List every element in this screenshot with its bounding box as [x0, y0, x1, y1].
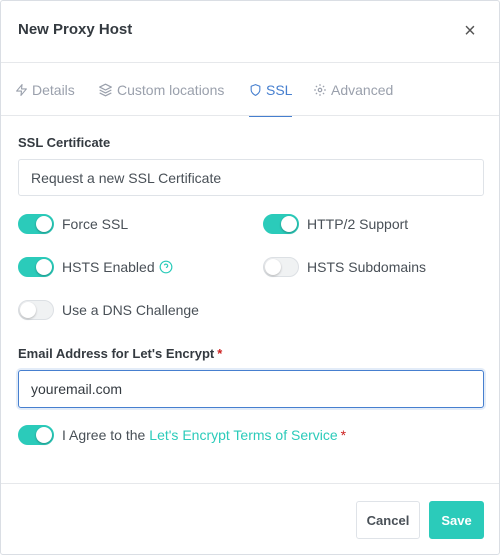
email-input[interactable] [18, 370, 484, 408]
tab-advanced-label: Advanced [331, 81, 394, 98]
gear-icon [314, 83, 326, 96]
hsts-subdomains-switch[interactable] [263, 257, 299, 277]
http2-label: HTTP/2 Support [307, 216, 409, 232]
agree-tos-toggle-row: I Agree to the Let's Encrypt Terms of Se… [18, 425, 346, 445]
terms-of-service-link[interactable]: Let's Encrypt Terms of Service [149, 427, 337, 443]
ssl-certificate-value: Request a new SSL Certificate [31, 170, 222, 186]
force-ssl-toggle-row: Force SSL [18, 214, 128, 234]
tab-advanced[interactable]: Advanced [313, 63, 393, 116]
tab-ssl-label: SSL [266, 81, 293, 98]
close-icon: × [464, 20, 476, 42]
dns-challenge-toggle-row: Use a DNS Challenge [18, 300, 199, 320]
agree-required-mark: * [340, 427, 347, 443]
cancel-button[interactable]: Cancel [356, 501, 420, 539]
ssl-certificate-label: SSL Certificate [18, 135, 111, 150]
tab-custom-locations-label: Custom locations [117, 81, 225, 98]
agree-prefix-text: I Agree to the [62, 427, 146, 443]
new-proxy-host-modal: New Proxy Host × Details Custom location… [0, 0, 500, 555]
modal-header: New Proxy Host × [1, 1, 499, 63]
email-label: Email Address for Let's Encrypt * [18, 346, 222, 361]
layers-icon [99, 83, 112, 96]
hsts-enabled-label: HSTS Enabled [62, 259, 155, 275]
agree-tos-switch[interactable] [18, 425, 54, 445]
modal-title: New Proxy Host [18, 21, 133, 38]
zap-icon [16, 83, 27, 96]
email-label-text: Email Address for Let's Encrypt [18, 346, 215, 361]
close-button[interactable]: × [459, 20, 481, 42]
shield-icon [250, 83, 261, 96]
help-circle-icon[interactable] [159, 260, 173, 274]
tab-details[interactable]: Details [15, 63, 75, 116]
modal-footer: Cancel Save [1, 483, 499, 555]
dns-challenge-label: Use a DNS Challenge [62, 302, 199, 318]
tab-custom-locations[interactable]: Custom locations [98, 63, 224, 116]
ssl-certificate-select[interactable]: Request a new SSL Certificate [18, 159, 484, 196]
required-mark: * [217, 346, 223, 361]
save-button[interactable]: Save [429, 501, 484, 539]
http2-switch[interactable] [263, 214, 299, 234]
dns-challenge-switch[interactable] [18, 300, 54, 320]
tab-bar: Details Custom locations SSL Advanced [1, 63, 499, 117]
tab-details-label: Details [32, 81, 75, 98]
http2-toggle-row: HTTP/2 Support [263, 214, 408, 234]
hsts-subdomains-toggle-row: HSTS Subdomains [263, 257, 426, 277]
tab-ssl[interactable]: SSL [249, 63, 293, 117]
hsts-enabled-switch[interactable] [18, 257, 54, 277]
hsts-subdomains-label: HSTS Subdomains [307, 259, 427, 275]
hsts-enabled-toggle-row: HSTS Enabled [18, 257, 173, 277]
force-ssl-switch[interactable] [18, 214, 54, 234]
force-ssl-label: Force SSL [62, 216, 129, 232]
